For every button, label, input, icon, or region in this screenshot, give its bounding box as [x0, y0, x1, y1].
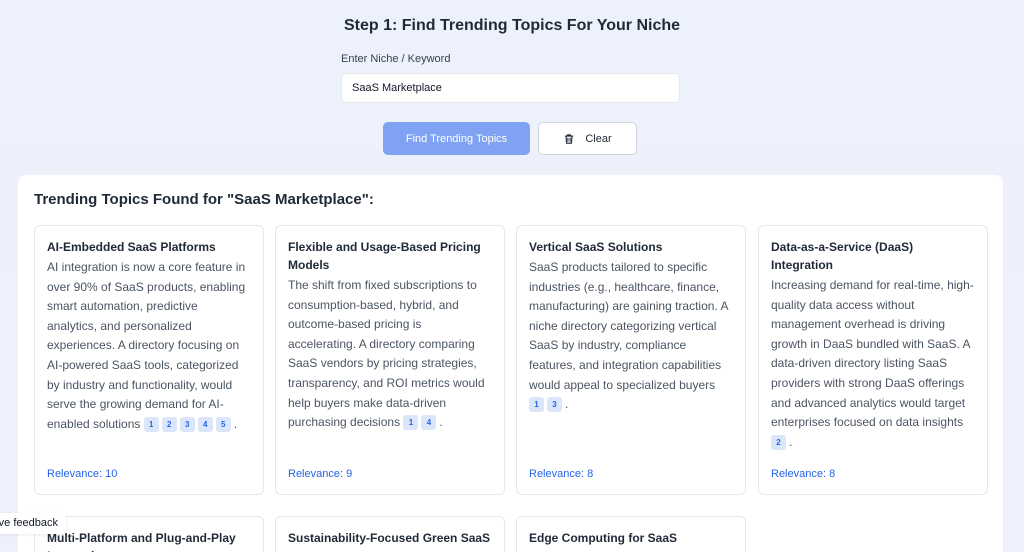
results-panel: Trending Topics Found for "SaaS Marketpl…: [18, 175, 1003, 552]
niche-input[interactable]: [341, 73, 680, 103]
citation-badge[interactable]: 4: [421, 415, 437, 431]
citation-badge[interactable]: 1: [403, 415, 419, 431]
topic-description-text: Increasing demand for real-time, high-qu…: [771, 278, 974, 430]
topic-card: Edge Computing for SaaS: [516, 516, 746, 552]
topic-card-title: Flexible and Usage-Based Pricing Models: [288, 240, 481, 272]
citation-badge[interactable]: 3: [547, 397, 562, 413]
topic-card-title: AI-Embedded SaaS Platforms: [47, 240, 216, 254]
topic-description-text: AI integration is now a core feature in …: [47, 260, 246, 431]
clear-button-label: Clear: [585, 132, 612, 145]
topic-description-text: The shift from fixed subscriptions to co…: [288, 278, 485, 430]
topic-description-text: SaaS products tailored to specific indus…: [529, 260, 728, 392]
clear-button[interactable]: Clear: [538, 122, 637, 155]
topic-card: Vertical SaaS Solutions SaaS products ta…: [516, 225, 746, 495]
topic-card-title: Edge Computing for SaaS: [529, 531, 678, 545]
topic-card-title: Sustainability-Focused Green SaaS: [288, 531, 491, 545]
topic-card-description: SaaS products tailored to specific indus…: [529, 260, 728, 413]
topic-card: AI-Embedded SaaS Platforms AI integratio…: [34, 225, 264, 495]
topic-card-title: Data-as-a-Service (DaaS) Integration: [771, 240, 914, 272]
citation-badge[interactable]: 2: [161, 417, 177, 433]
topic-card-title: Multi-Platform and Plug-and-Play Integra…: [47, 531, 236, 552]
citation-badge[interactable]: 5: [215, 417, 231, 433]
topic-card: Multi-Platform and Plug-and-Play Integra…: [34, 516, 264, 552]
trash-icon: [565, 133, 574, 144]
citation-badge[interactable]: 3: [179, 417, 195, 433]
citation-badge[interactable]: 1: [143, 417, 159, 433]
topic-card-title: Vertical SaaS Solutions: [529, 240, 663, 254]
topic-card-description: The shift from fixed subscriptions to co…: [288, 278, 485, 431]
citation-badge[interactable]: 2: [771, 435, 786, 451]
feedback-button[interactable]: Give feedback: [0, 513, 66, 534]
citation-badge[interactable]: 1: [529, 397, 544, 413]
feedback-label: Give feedback: [0, 517, 58, 529]
page-title: Step 1: Find Trending Topics For Your Ni…: [343, 17, 681, 34]
topic-card: Data-as-a-Service (DaaS) Integration Inc…: [758, 225, 988, 495]
results-title: Trending Topics Found for "SaaS Marketpl…: [34, 191, 374, 208]
relevance-score: Relevance: 9: [288, 468, 353, 480]
citation-badge[interactable]: 4: [197, 417, 213, 433]
relevance-score: Relevance: 10: [47, 468, 118, 480]
topic-card: Flexible and Usage-Based Pricing Models …: [275, 225, 505, 495]
relevance-score: Relevance: 8: [771, 468, 836, 480]
niche-field-label: Enter Niche / Keyword: [341, 53, 451, 65]
topic-card-description: Increasing demand for real-time, high-qu…: [771, 278, 974, 451]
relevance-score: Relevance: 8: [529, 468, 594, 480]
topic-card-description: AI integration is now a core feature in …: [47, 260, 246, 433]
topic-card: Sustainability-Focused Green SaaS: [275, 516, 505, 552]
find-trending-topics-button[interactable]: Find Trending Topics: [383, 122, 530, 155]
